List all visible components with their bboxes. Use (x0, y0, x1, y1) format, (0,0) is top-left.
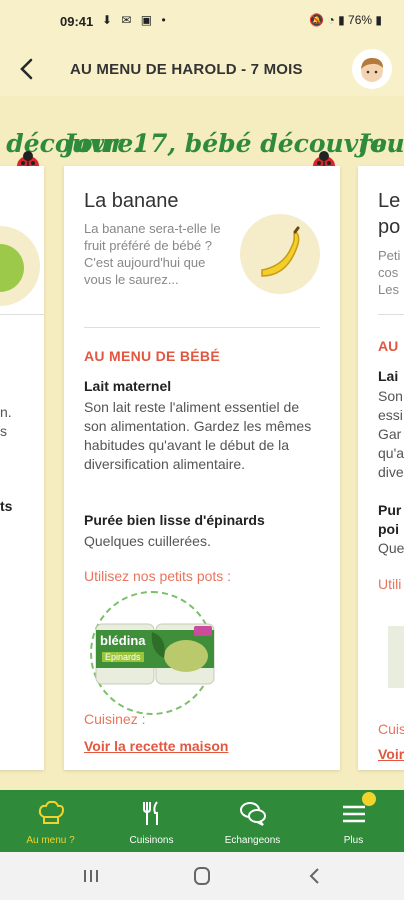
text-fragment: n. (0, 404, 12, 420)
menu-item-description: essi (378, 407, 403, 423)
nav-label: Cuisinons (129, 835, 174, 846)
recent-apps-icon (84, 870, 98, 882)
section-title: AU (378, 338, 399, 354)
back-button[interactable] (14, 56, 40, 82)
menu-item-description: qu'a (378, 445, 404, 461)
battery-level: 76% (348, 13, 373, 27)
back-icon (309, 868, 319, 884)
nav-label: Au menu ? (26, 835, 75, 846)
menu-item-title: poi (378, 521, 399, 537)
system-icons: 🔕 ◔ ▮ 76% ▮ (309, 13, 382, 27)
chef-hat-icon (38, 800, 65, 824)
baby-avatar[interactable] (352, 49, 392, 89)
day-label-next: Jour 17, bébé découvre. (358, 129, 404, 158)
chat-bubbles-icon (240, 802, 266, 826)
food-intro: La banane sera-t-elle le fruit préféré d… (84, 221, 221, 287)
apple-icon (0, 244, 24, 292)
system-nav-bar (0, 852, 404, 900)
products-label: Utili (378, 576, 402, 592)
product-brand: blédina (100, 633, 146, 648)
divider (378, 314, 404, 315)
status-time: 09:41 (60, 14, 94, 29)
text-fragment: s (0, 423, 7, 439)
menu-item-description: Gar (378, 426, 402, 442)
food-intro: cos (378, 265, 399, 280)
product-name: Epinards (102, 652, 144, 662)
home-button[interactable] (187, 864, 217, 888)
nav-item-cuisinons[interactable]: Cuisinons (101, 790, 202, 852)
divider (0, 314, 44, 315)
recipe-link[interactable]: Voir la recette maison (84, 738, 228, 754)
baby-face-icon (361, 58, 383, 82)
food-intro: Peti (378, 248, 401, 263)
divider (84, 327, 320, 328)
text-fragment: ts (0, 498, 13, 514)
nav-item-au-menu[interactable]: Au menu ? (0, 790, 101, 852)
bottom-nav: Au menu ? Cuisinons Echangeons Plus (0, 790, 404, 852)
notification-dot (362, 792, 376, 806)
recent-apps-button[interactable] (76, 864, 106, 888)
recipe-link[interactable]: Voir (378, 746, 404, 762)
banana-icon (261, 226, 300, 277)
notification-icons: ⬇ ✉ ▣ • (102, 13, 169, 27)
nav-label: Echangeons (224, 835, 281, 846)
menu-item-description: Quelques cuillerées. (84, 533, 211, 549)
page-title: AU MENU DE HAROLD - 7 MOIS (70, 61, 303, 78)
product-image[interactable] (388, 626, 404, 688)
cook-label: Cuisinez : (84, 711, 146, 727)
section-title: AU MENU DE BÉBÉ (84, 348, 220, 364)
day-card-next[interactable]: Le po Peti cos Les AU Lai Son essi Gar q… (358, 166, 404, 770)
fruit-circle (240, 214, 320, 294)
products-label: Utilisez nos petits pots : (84, 568, 232, 584)
day-card[interactable]: La banane La banane sera-t-elle le fruit… (64, 166, 340, 770)
chevron-left-icon (20, 58, 33, 80)
cutlery-icon (143, 801, 158, 825)
product-image[interactable]: blédina Epinards (94, 618, 218, 688)
menu-item-title: Lai (378, 368, 399, 384)
nav-item-echangeons[interactable]: Echangeons (202, 790, 303, 852)
system-back-button[interactable] (300, 864, 330, 888)
food-name: po (378, 216, 401, 238)
food-name: Le (378, 190, 401, 212)
menu-item-description: Que (378, 540, 404, 556)
nav-item-plus[interactable]: Plus (303, 790, 404, 852)
menu-item-title: Pur (378, 502, 402, 518)
menu-item-title: Lait maternel (84, 378, 172, 394)
menu-item-description: Son (378, 388, 403, 404)
day-carousel[interactable]: Jour 17, bébé découvre. n. s ts Jour 17,… (0, 96, 404, 790)
menu-item-title: Purée bien lisse d'épinards (84, 512, 265, 528)
cook-label: Cuis (378, 721, 404, 737)
app-header: AU MENU DE HAROLD - 7 MOIS (0, 44, 404, 96)
menu-item-description: Son lait reste l'aliment essentiel de so… (84, 399, 312, 472)
fruit-circle (0, 226, 40, 306)
nav-label: Plus (343, 835, 364, 846)
food-name: La banane (84, 190, 179, 212)
day-card-previous[interactable]: n. s ts (0, 166, 44, 770)
status-bar: 09:41 ⬇ ✉ ▣ • 🔕 ◔ ▮ 76% ▮ (0, 0, 404, 44)
home-icon (194, 867, 210, 885)
food-intro: Les (378, 282, 399, 297)
menu-item-description: dive (378, 464, 404, 480)
day-label: Jour 17, bébé découvre. (64, 129, 396, 158)
